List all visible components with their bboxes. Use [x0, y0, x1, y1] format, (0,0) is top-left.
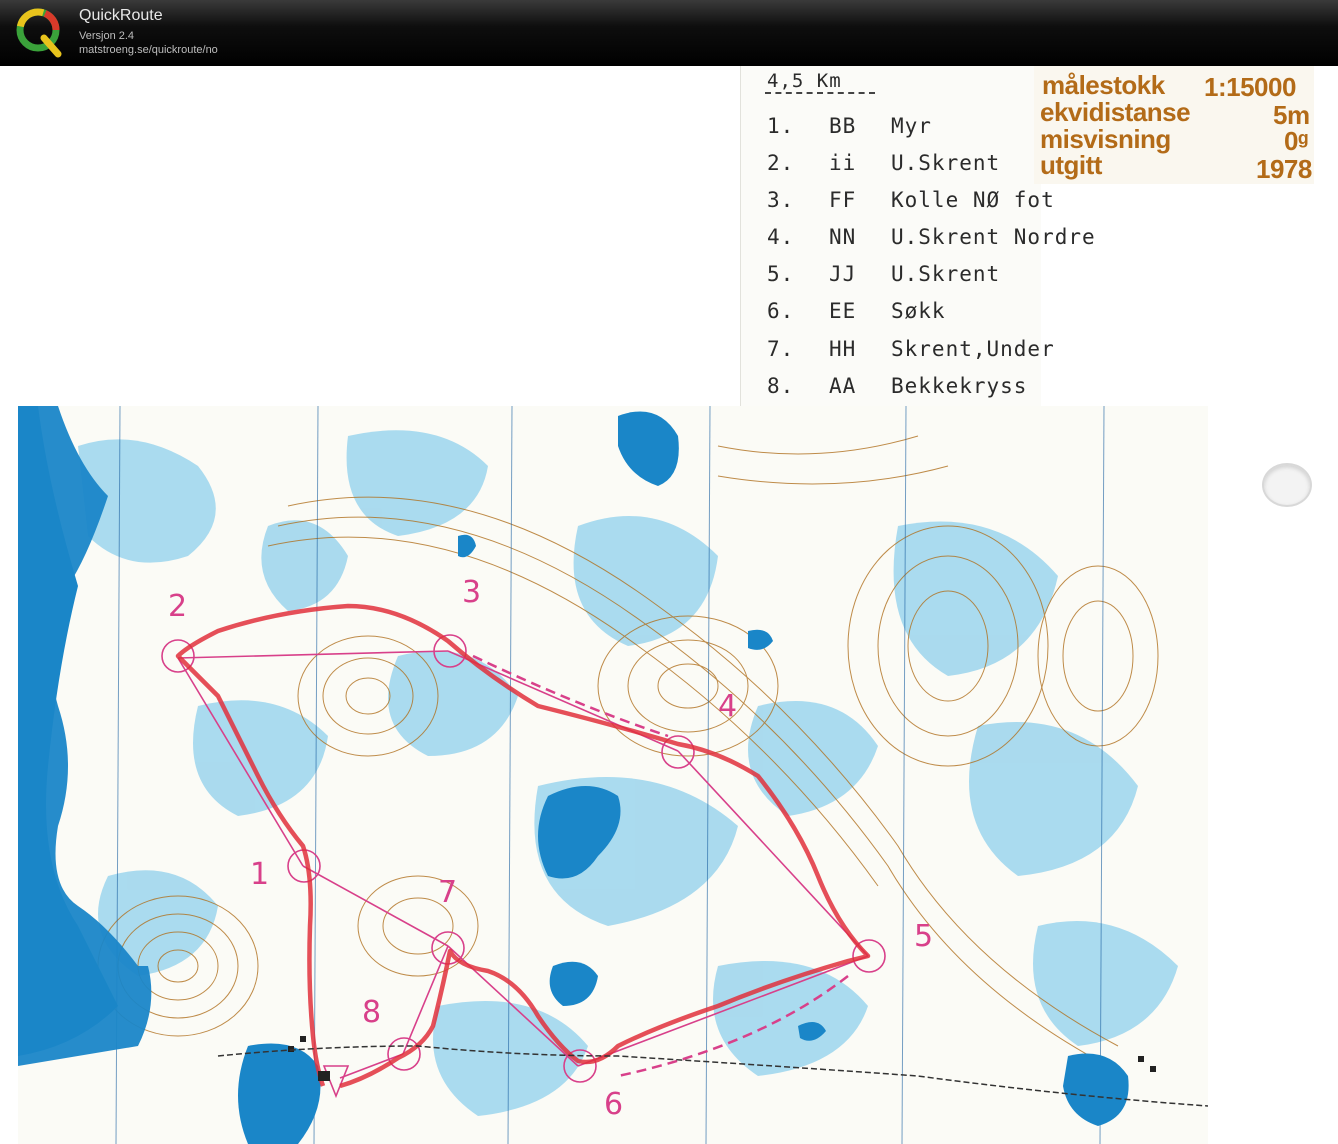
app-version: Versjon 2.4: [79, 30, 135, 42]
control-code: BB: [829, 114, 857, 138]
scale-value: 1:15000: [1204, 72, 1296, 102]
control-description-sheet: 4,5 Km 1. BB Myr 2. ii U.Skrent 3. FF Kolle NØ f…: [740, 66, 1095, 410]
app-title: QuickRoute: [79, 7, 163, 24]
length-underline: [765, 92, 875, 94]
control-desc: Søkk: [891, 299, 946, 323]
control-desc: Myr: [891, 114, 932, 138]
control-label-4: 4: [718, 689, 737, 724]
control-desc: U.Skrent: [891, 151, 1001, 175]
quickroute-logo-icon: [16, 8, 62, 58]
control-code: ii: [829, 151, 857, 175]
control-label-6: 6: [604, 1087, 623, 1122]
app-url: matstroeng.se/quickroute/no: [79, 44, 218, 56]
control-code: AA: [829, 374, 857, 398]
control-code: EE: [829, 299, 857, 323]
control-num: 2.: [767, 151, 795, 175]
punch-hole: [1262, 463, 1312, 507]
control-desc: Bekkekryss: [891, 374, 1028, 398]
control-code: NN: [829, 225, 857, 249]
title-bar: QuickRoute Versjon 2.4 matstroeng.se/qui…: [0, 0, 1338, 66]
control-desc: Kolle NØ fot: [891, 188, 1055, 212]
control-code: HH: [829, 337, 857, 361]
orienteering-map[interactable]: 1 2 3 4 5 6 7 8: [18, 406, 1208, 1144]
control-num: 5.: [767, 262, 795, 286]
control-num: 7.: [767, 337, 795, 361]
map-legend-box: målestokk 1:15000 ekvidistanse 5m misvis…: [1034, 66, 1314, 184]
control-label-3: 3: [462, 575, 481, 610]
control-desc: Skrent,Under: [891, 337, 1055, 361]
control-desc: U.Skrent: [891, 262, 1001, 286]
control-num: 6.: [767, 299, 795, 323]
control-num: 8.: [767, 374, 795, 398]
control-label-5: 5: [914, 919, 933, 954]
control-label-8: 8: [362, 995, 381, 1030]
control-code: FF: [829, 188, 857, 212]
published-value: 1978: [1256, 154, 1312, 184]
published-label: utgitt: [1040, 150, 1102, 180]
declination-value: 0ᵍ: [1284, 126, 1308, 156]
control-num: 3.: [767, 188, 795, 212]
control-label-2: 2: [168, 589, 187, 624]
control-label-1: 1: [250, 857, 269, 892]
control-label-7: 7: [438, 875, 457, 910]
control-desc: U.Skrent Nordre: [891, 225, 1096, 249]
course-length: 4,5 Km: [767, 70, 842, 92]
control-num: 1.: [767, 114, 795, 138]
control-num: 4.: [767, 225, 795, 249]
control-code: JJ: [829, 262, 857, 286]
